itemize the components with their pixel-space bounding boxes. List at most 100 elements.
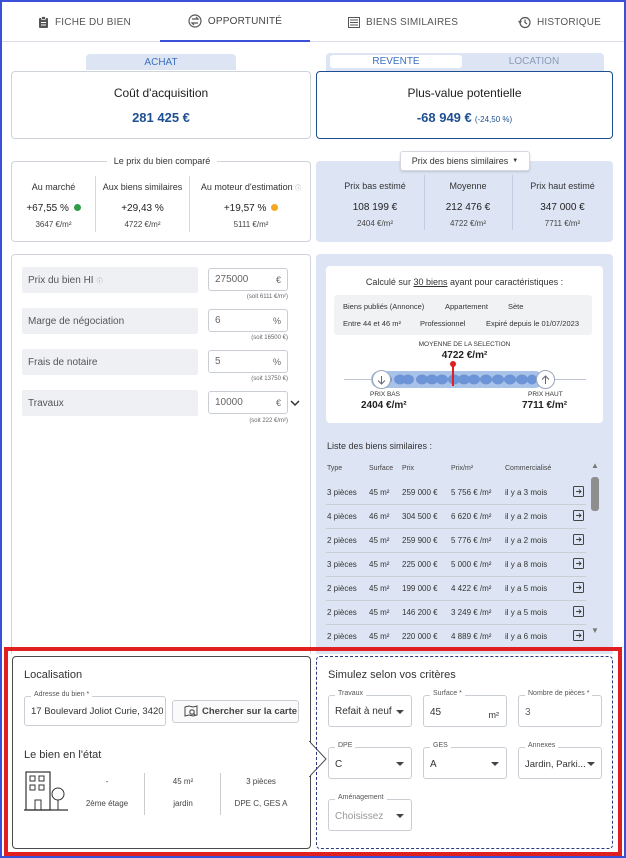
history-icon: [518, 16, 531, 29]
tab-fiche-du-bien[interactable]: FICHE DU BIEN: [38, 2, 131, 42]
table-row[interactable]: 3 pièces 45 m² 259 000 € 5 756 € /m² il y a …: [326, 481, 586, 505]
tag-ville: Sète: [508, 302, 524, 311]
travaux-input[interactable]: 10000 €: [208, 391, 288, 414]
surface-input[interactable]: Surface * 45 m²: [423, 690, 507, 727]
pieces-input[interactable]: Nombre de pièces * 3: [518, 690, 602, 727]
chevron-down-icon[interactable]: [290, 398, 300, 410]
scroll-thumb[interactable]: [591, 477, 599, 511]
tab-opportunite[interactable]: OPPORTUNITÉ: [160, 2, 310, 42]
toggle-label: LOCATION: [508, 56, 560, 67]
table-cell: 5 756 € /m²: [451, 488, 492, 497]
caret-down-icon: [396, 710, 404, 714]
table-cell: 45 m²: [369, 632, 390, 641]
address-field[interactable]: Adresse du bien * 17 Boulevard Joliot Cu…: [24, 691, 166, 726]
table-cell: 45 m²: [369, 536, 390, 545]
compare-sub-marche: 3647 €/m²: [35, 220, 72, 229]
table-row[interactable]: 2 pièces 45 m² 220 000 € 4 889 € /m² il y a …: [326, 625, 586, 641]
biens-link[interactable]: 30 biens: [413, 277, 447, 287]
open-link-icon[interactable]: [573, 558, 585, 571]
ges-select[interactable]: GES A: [423, 742, 507, 779]
marge-input[interactable]: 6 %: [208, 309, 288, 332]
compare-sub-moteur: 5111 €/m²: [233, 220, 269, 229]
table-row[interactable]: 4 pièces 46 m² 304 500 € 6 620 € /m² il y a …: [326, 505, 586, 529]
input-unit: €: [275, 397, 281, 408]
simulez-card: Simulez selon vos critères Travaux Refai…: [316, 656, 613, 849]
toggle-location[interactable]: LOCATION: [466, 55, 602, 68]
table-row[interactable]: 2 pièces 45 m² 259 900 € 5 776 € /m² il y a …: [326, 529, 586, 553]
prix-input[interactable]: 275000 €: [208, 268, 288, 291]
list-body: 3 pièces 45 m² 259 000 € 5 756 € /m² il y a …: [326, 481, 586, 641]
open-link-icon[interactable]: [573, 630, 585, 641]
annexes-select[interactable]: Annexes Jardin, Parki...: [518, 742, 602, 779]
tag-surface: Entre 44 et 46 m²: [343, 319, 401, 328]
field-legend: Surface *: [430, 690, 465, 697]
map-search-button[interactable]: Chercher sur la carte: [172, 700, 299, 723]
scroll-up-icon[interactable]: ▲: [591, 461, 599, 470]
intro-text: ayant pour caractéristiques :: [450, 277, 564, 287]
open-link-icon[interactable]: [573, 534, 585, 547]
field-value: C: [335, 759, 343, 770]
info-icon[interactable]: ⓘ: [97, 276, 103, 285]
table-cell: il y a 5 mois: [505, 608, 548, 617]
open-link-icon[interactable]: [573, 582, 585, 595]
toggle-achat[interactable]: ACHAT: [86, 54, 236, 70]
compare-label-similaires: Aux biens similaires: [102, 182, 183, 192]
table-cell: 4 889 € /m²: [451, 632, 492, 641]
table-cell: 225 000 €: [402, 560, 438, 569]
tab-historique[interactable]: HISTORIQUE: [518, 2, 601, 42]
table-cell: 259 900 €: [402, 536, 438, 545]
calc-card: Calculé sur 30 biens ayant pour caractér…: [326, 266, 603, 423]
travaux-select[interactable]: Travaux Refait à neuf: [328, 690, 412, 727]
arrow-down-icon: [372, 370, 391, 389]
table-cell: 2 pièces: [327, 536, 357, 545]
label-text: Prix du bien HI: [28, 274, 94, 286]
field-value: 3: [525, 707, 531, 718]
dpe-select[interactable]: DPE C: [328, 742, 412, 779]
scroll-down-icon[interactable]: ▼: [591, 626, 599, 635]
tab-label: HISTORIQUE: [537, 16, 602, 28]
compare-label-moteur: Au moteur d'estimation ⓘ: [190, 182, 312, 192]
table-cell: 45 m²: [369, 608, 390, 617]
open-link-icon[interactable]: [573, 606, 585, 619]
button-label: Chercher sur la carte: [202, 706, 298, 717]
open-link-icon[interactable]: [573, 486, 585, 499]
moyenne-sub: 4722 €/m²: [449, 219, 487, 228]
amenagement-select[interactable]: Aménagement Choisissez: [328, 794, 412, 831]
field-legend: Travaux: [335, 690, 367, 697]
table-cell: 259 000 €: [402, 488, 438, 497]
field-value: A: [430, 759, 437, 770]
plusvalue-title: Plus-value potentielle: [407, 86, 522, 100]
acquisition-title: Coût d'acquisition: [113, 86, 209, 100]
table-row[interactable]: 2 pièces 45 m² 199 000 € 4 422 € /m² il y a …: [326, 577, 586, 601]
list-header: Type Surface Prix Prix/m² Commercialisé: [326, 465, 586, 479]
plusvalue-row: -68 949 € (-24,50 %): [317, 110, 612, 125]
table-cell: il y a 8 mois: [505, 560, 548, 569]
prix-haut-label: Prix haut estimé: [530, 181, 595, 191]
table-cell: il y a 2 mois: [505, 512, 548, 521]
table-row[interactable]: 2 pièces 45 m² 146 200 € 3 249 € /m² il y a …: [326, 601, 586, 625]
table-cell: il y a 3 mois: [505, 488, 548, 497]
similar-prices-dropdown[interactable]: Prix des biens similaires ▼: [400, 151, 530, 171]
clipboard-icon: [38, 16, 49, 28]
table-cell: il y a 6 mois: [505, 632, 548, 641]
open-link-icon[interactable]: [573, 510, 585, 523]
caret-down-icon: [396, 814, 404, 818]
etat-jardin: jardin: [173, 799, 193, 808]
col-prix: Prix: [402, 465, 415, 472]
table-cell: 45 m²: [369, 584, 390, 593]
list-icon: [348, 16, 360, 28]
toggle-revente[interactable]: REVENTE: [330, 55, 462, 68]
tab-biens-similaires[interactable]: BIENS SIMILAIRES: [348, 2, 458, 42]
prix-haut-sub: 7711 €/m²: [544, 219, 581, 228]
prix-bas-value: 108 199 €: [352, 202, 398, 213]
status-dot: [271, 204, 279, 211]
prix-haut-value: 347 000 €: [540, 202, 585, 213]
field-value: Refait à neuf: [335, 706, 392, 717]
info-icon[interactable]: ⓘ: [295, 186, 301, 192]
frais-input[interactable]: 5 %: [208, 350, 288, 373]
field-value: 45: [430, 707, 442, 718]
list-scrollbar[interactable]: ▲ ▼: [590, 461, 600, 636]
table-cell: 220 000 €: [402, 632, 438, 641]
table-row[interactable]: 3 pièces 45 m² 225 000 € 5 000 € /m² il y a …: [326, 553, 586, 577]
table-cell: 6 620 € /m²: [451, 512, 492, 521]
